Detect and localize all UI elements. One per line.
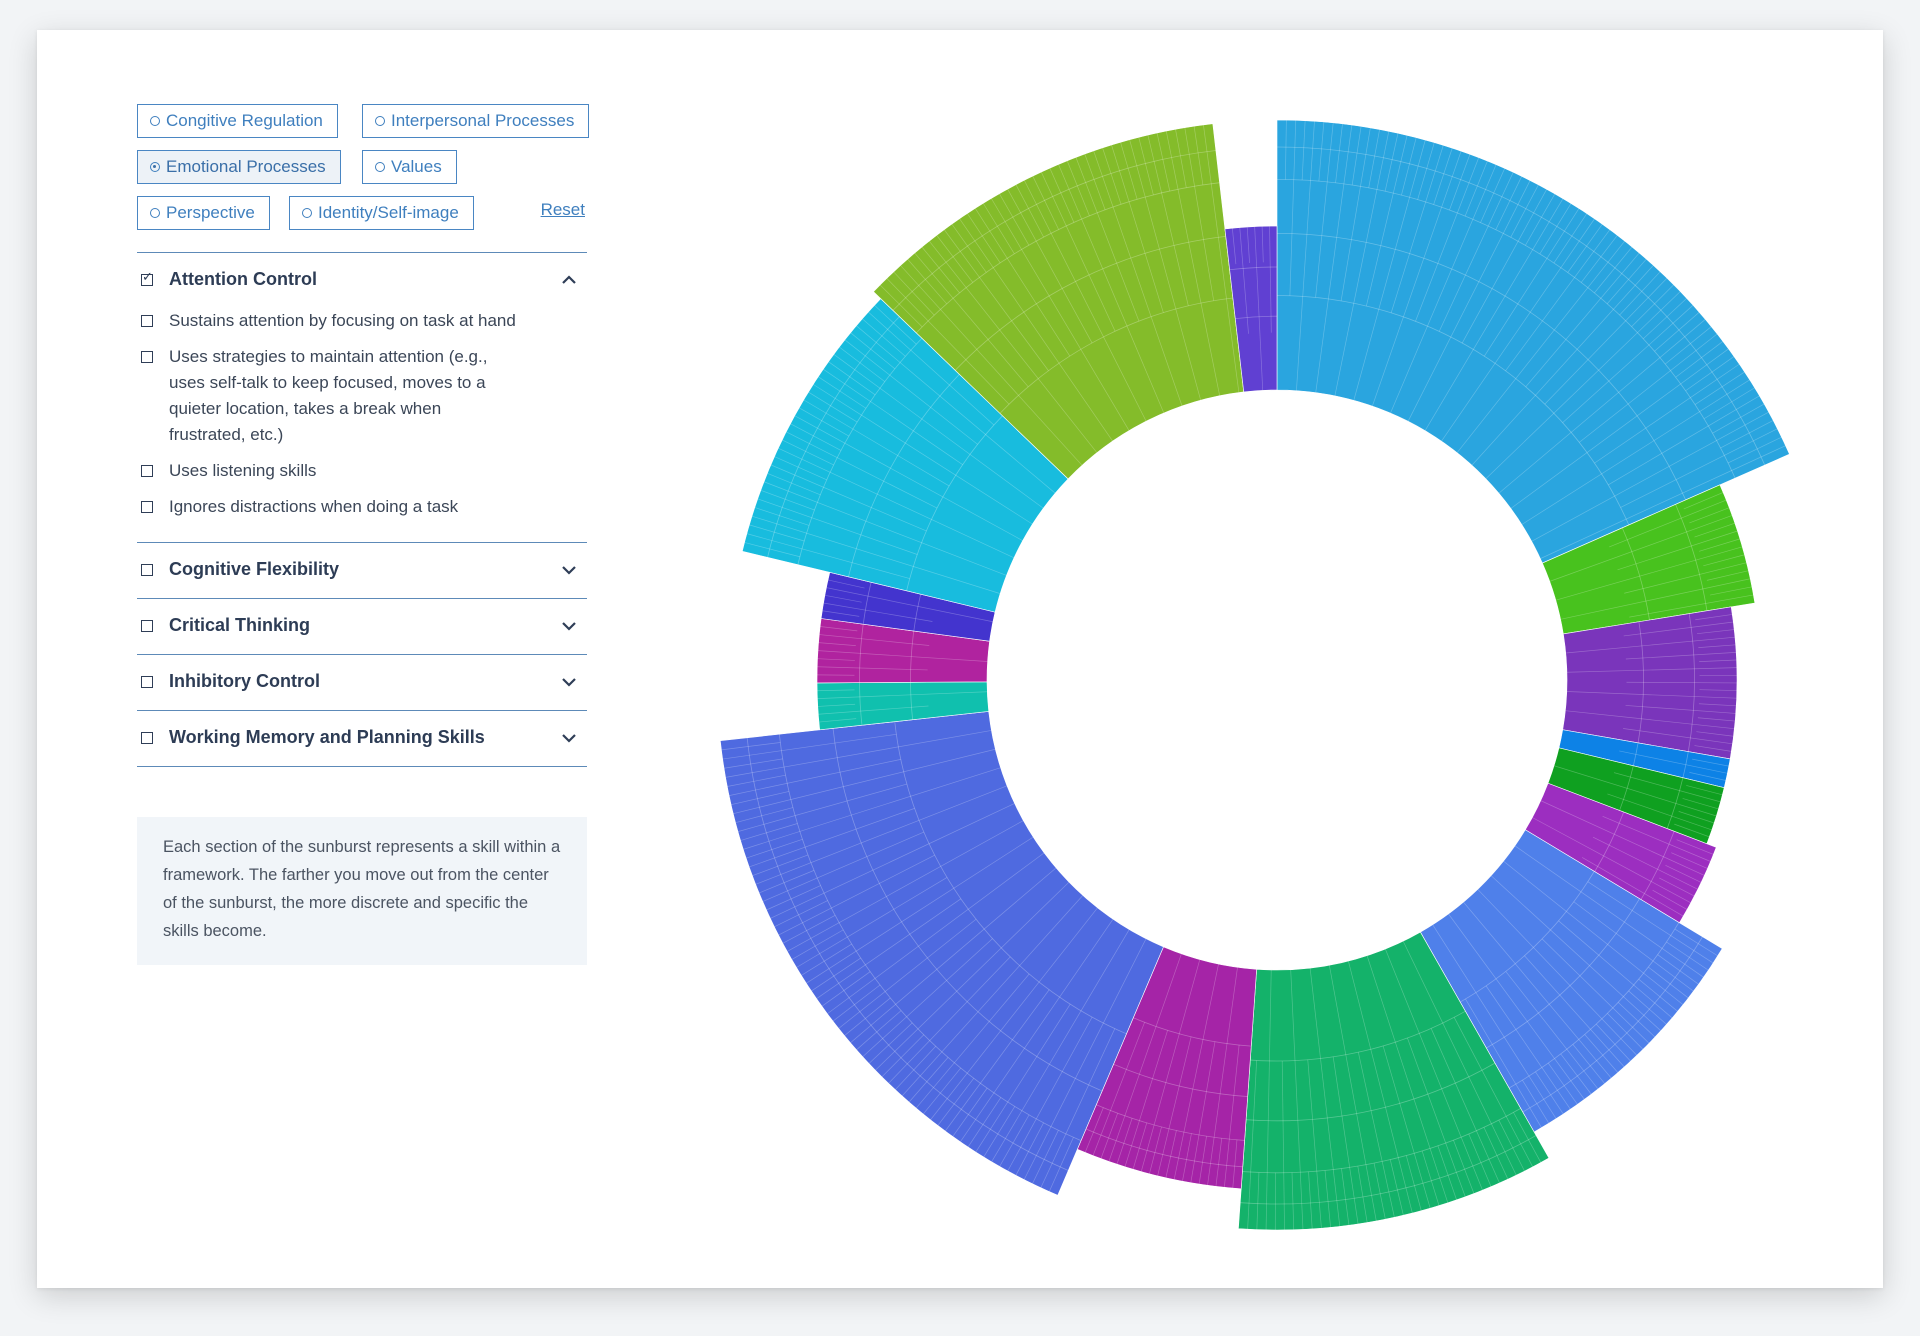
- checkbox-icon[interactable]: [141, 620, 153, 632]
- sunburst-chart: [700, 60, 1860, 1260]
- section-attention-control: Attention Control Sustains attention by …: [137, 253, 587, 542]
- info-box: Each section of the sunburst represents …: [137, 817, 587, 965]
- section-title: Critical Thinking: [169, 615, 311, 635]
- filter-row-1: Congitive Regulation Interpersonal Proce…: [137, 104, 590, 138]
- section-title: Working Memory and Planning Skills: [169, 727, 485, 747]
- filter-chip-label: Emotional Processes: [166, 157, 326, 176]
- item-label: Sustains attention by focusing on task a…: [169, 311, 516, 330]
- filter-chip-values[interactable]: Values: [362, 150, 457, 184]
- filter-row-2: Emotional Processes Values: [137, 150, 587, 184]
- radio-selected-icon: [150, 162, 160, 172]
- filter-chip-identity-self-image[interactable]: Identity/Self-image: [289, 196, 474, 230]
- list-item: Ignores distractions when doing a task: [137, 494, 517, 520]
- section-cognitive-flexibility[interactable]: Cognitive Flexibility: [137, 543, 587, 598]
- radio-icon: [150, 208, 160, 218]
- section-inhibitory-control[interactable]: Inhibitory Control: [137, 655, 587, 710]
- list-item: Uses listening skills: [137, 458, 517, 484]
- filter-chip-emotional-processes[interactable]: Emotional Processes: [137, 150, 341, 184]
- radio-icon: [150, 116, 160, 126]
- checkbox-icon[interactable]: [141, 351, 153, 363]
- checkbox-icon[interactable]: [141, 732, 153, 744]
- item-label: Uses listening skills: [169, 461, 317, 480]
- checkbox-checked-icon[interactable]: [141, 269, 153, 286]
- checkbox-icon[interactable]: [141, 501, 153, 513]
- filter-chip-label: Values: [391, 157, 442, 176]
- filter-chip-label: Congitive Regulation: [166, 111, 323, 130]
- item-label: Uses strategies to maintain attention (e…: [169, 347, 488, 444]
- item-label: Ignores distractions when doing a task: [169, 497, 459, 516]
- chevron-up-icon[interactable]: [561, 272, 577, 288]
- divider: [137, 766, 587, 767]
- filter-panel: Congitive Regulation Interpersonal Proce…: [137, 104, 590, 965]
- checkbox-icon[interactable]: [141, 315, 153, 327]
- section-working-memory[interactable]: Working Memory and Planning Skills: [137, 711, 587, 766]
- section-header[interactable]: Attention Control: [137, 253, 587, 308]
- section-title: Inhibitory Control: [169, 671, 320, 691]
- section-title: Attention Control: [169, 269, 317, 289]
- filter-chip-label: Perspective: [166, 203, 255, 222]
- list-item: Sustains attention by focusing on task a…: [137, 308, 517, 334]
- filter-chip-interpersonal-processes[interactable]: Interpersonal Processes: [362, 104, 590, 138]
- radio-icon: [302, 208, 312, 218]
- checkbox-icon[interactable]: [141, 676, 153, 688]
- chevron-down-icon[interactable]: [561, 674, 577, 690]
- section-critical-thinking[interactable]: Critical Thinking: [137, 599, 587, 654]
- chevron-down-icon[interactable]: [561, 618, 577, 634]
- sunburst-center: [988, 391, 1566, 969]
- filter-chip-label: Identity/Self-image: [318, 203, 459, 222]
- checkbox-icon[interactable]: [141, 564, 153, 576]
- list-item: Uses strategies to maintain attention (e…: [137, 344, 517, 448]
- filter-chip-perspective[interactable]: Perspective: [137, 196, 270, 230]
- chevron-down-icon[interactable]: [561, 730, 577, 746]
- section-items: Sustains attention by focusing on task a…: [137, 308, 587, 542]
- filter-chip-label: Interpersonal Processes: [391, 111, 575, 130]
- reset-link[interactable]: Reset: [541, 200, 585, 220]
- chevron-down-icon[interactable]: [561, 562, 577, 578]
- sunburst-svg: [719, 119, 1790, 1231]
- section-title: Cognitive Flexibility: [169, 559, 340, 579]
- radio-icon: [375, 162, 385, 172]
- checkbox-icon[interactable]: [141, 465, 153, 477]
- filter-chip-cognitive-regulation[interactable]: Congitive Regulation: [137, 104, 338, 138]
- radio-icon: [375, 116, 385, 126]
- filter-row-3: Perspective Identity/Self-image Reset: [137, 196, 587, 230]
